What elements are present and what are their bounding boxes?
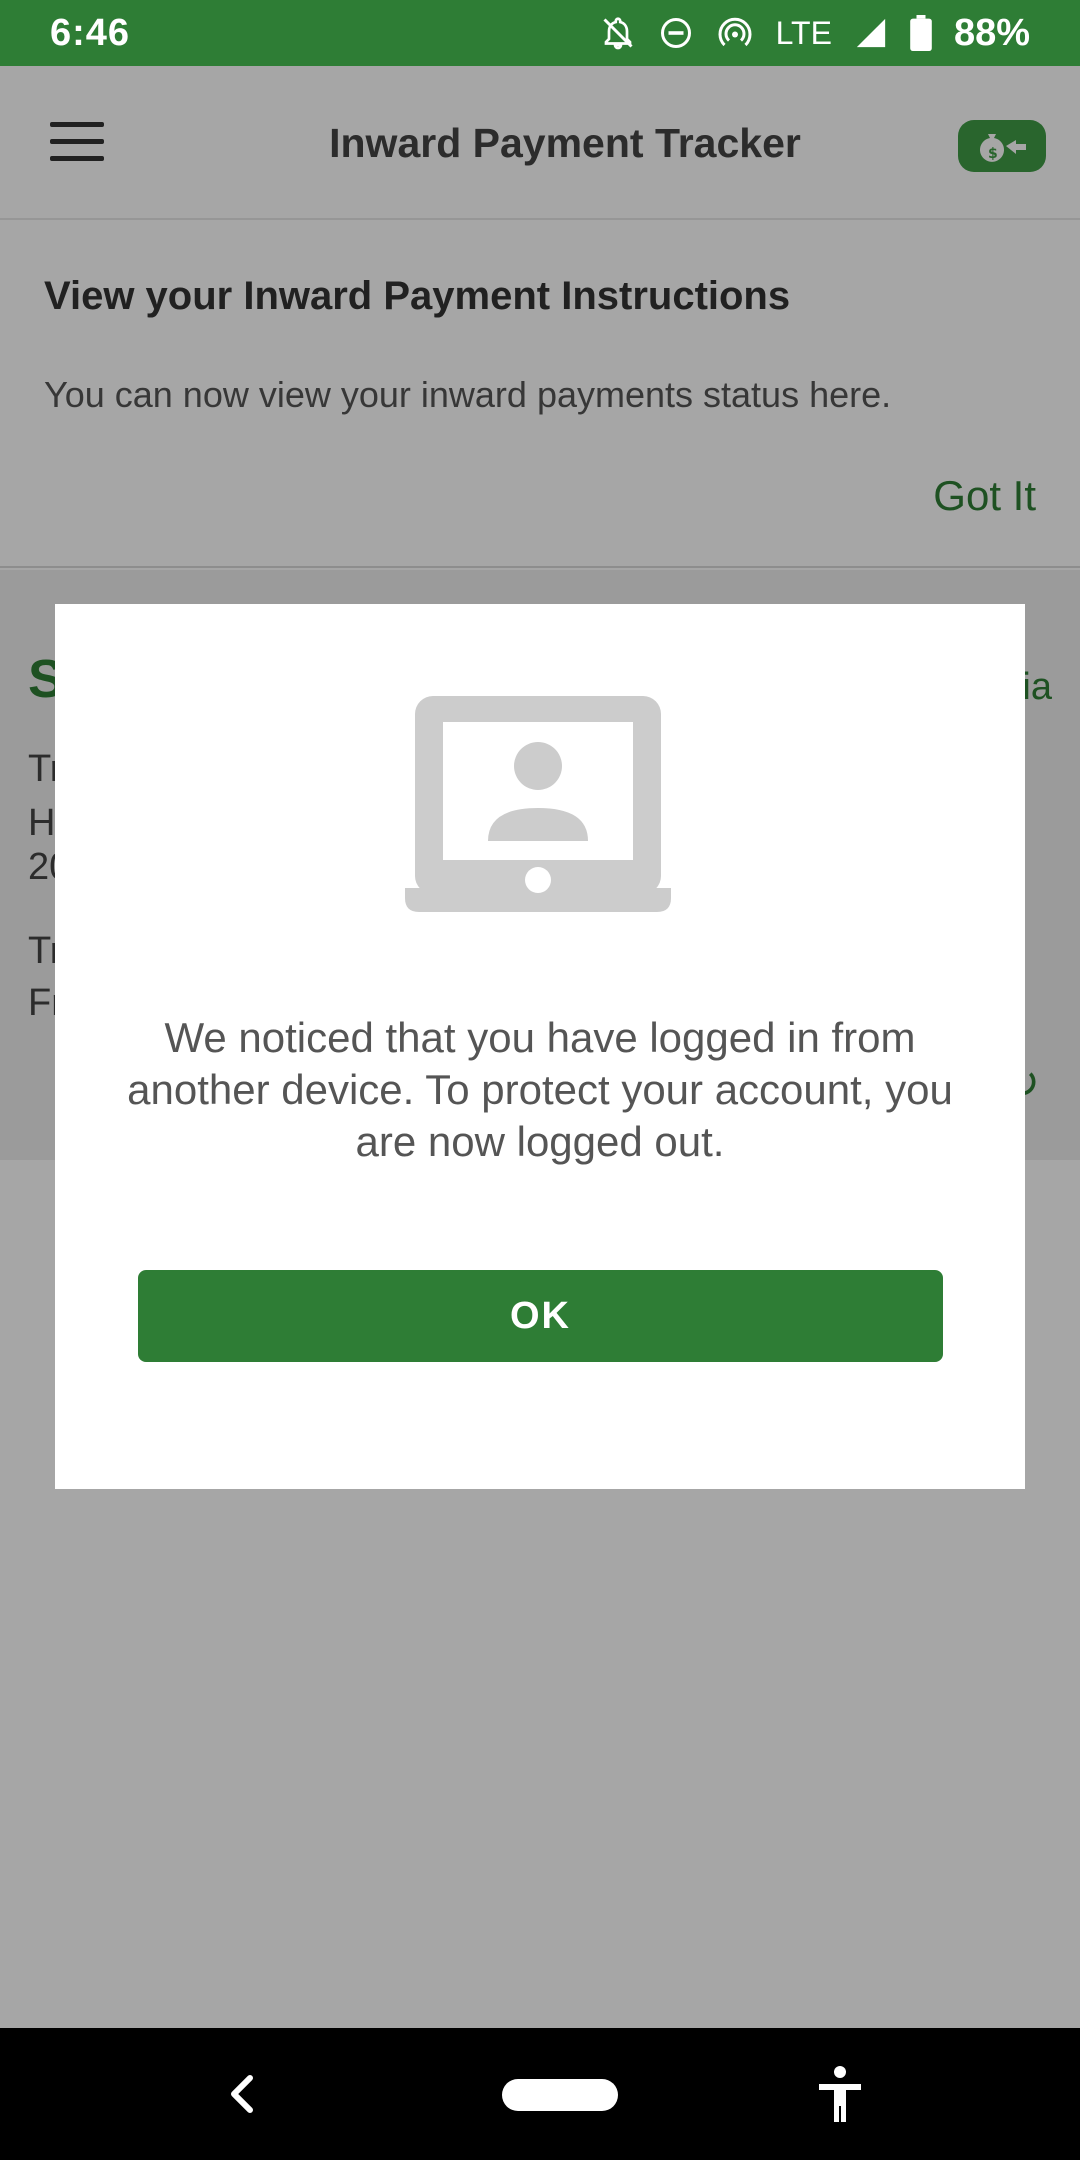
battery-percentage: 88% <box>953 11 1030 54</box>
screen: 6:46 LTE 88% Inward Payment Tracker $ Vi… <box>0 0 1080 2160</box>
status-icons: LTE 88% <box>600 12 1030 55</box>
navigation-bar <box>0 2028 1080 2160</box>
status-bar: 6:46 LTE 88% <box>0 0 1080 66</box>
ok-button[interactable]: OK <box>138 1270 943 1362</box>
logout-dialog: We noticed that you have logged in from … <box>55 604 1025 1489</box>
battery-icon <box>910 15 932 51</box>
accessibility-icon[interactable] <box>815 2064 865 2124</box>
dialog-message: We noticed that you have logged in from … <box>127 1014 953 1165</box>
laptop-user-icon <box>405 696 671 912</box>
signal-icon <box>856 18 886 48</box>
network-type: LTE <box>775 14 832 51</box>
do-not-disturb-icon <box>660 18 691 48</box>
notifications-off-icon <box>603 17 633 50</box>
status-time: 6:46 <box>50 11 131 54</box>
hotspot-icon <box>718 17 752 47</box>
home-icon[interactable] <box>502 2079 618 2111</box>
back-icon[interactable] <box>222 2072 262 2116</box>
